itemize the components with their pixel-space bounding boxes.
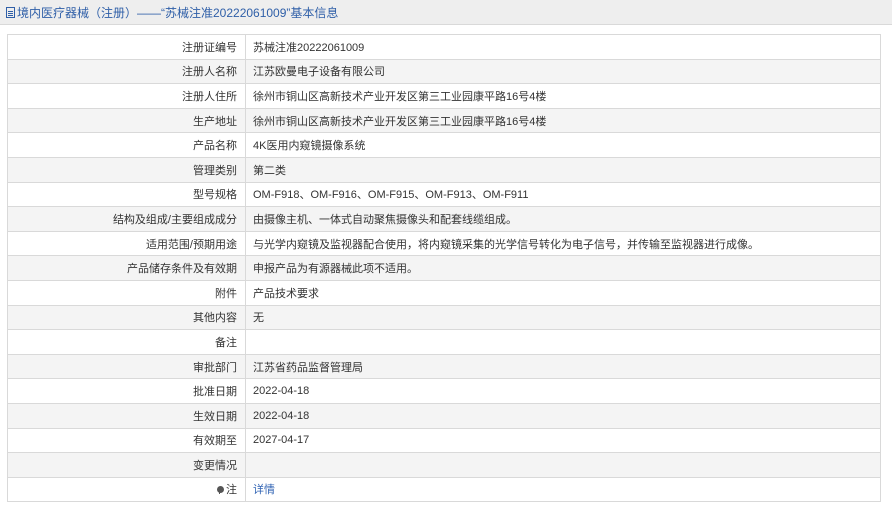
page-header: 境内医疗器械（注册）——“苏械注准20222061009”基本信息 xyxy=(0,0,892,25)
note-label-cell: 注 xyxy=(7,476,246,503)
note-value-cell: 详情 xyxy=(245,476,881,503)
row-value: 第二类 xyxy=(245,156,881,183)
table-row: 变更情况 xyxy=(7,452,881,478)
table-row: 备注 xyxy=(7,329,881,355)
row-label: 产品储存条件及有效期 xyxy=(7,255,246,281)
row-label: 注册证编号 xyxy=(7,34,246,60)
info-table: 注册证编号 苏械注准20222061009 注册人名称 江苏欧曼电子设备有限公司 注… xyxy=(7,34,881,503)
row-label: 其他内容 xyxy=(7,304,246,331)
table-row: 其他内容无 xyxy=(7,304,881,331)
row-value: 苏械注准20222061009 xyxy=(245,34,881,60)
row-value: 申报产品为有源器械此项不适用。 xyxy=(245,255,881,281)
row-label: 有效期至 xyxy=(7,427,246,454)
row-label: 注册人住所 xyxy=(7,83,246,109)
row-label: 型号规格 xyxy=(7,181,246,208)
row-value: OM-F918、OM-F916、OM-F915、OM-F913、OM-F911 xyxy=(245,181,881,208)
row-value: 徐州市铜山区高新技术产业开发区第三工业园康平路16号4楼 xyxy=(245,107,881,134)
row-label: 审批部门 xyxy=(7,353,246,380)
row-value: 徐州市铜山区高新技术产业开发区第三工业园康平路16号4楼 xyxy=(245,83,881,109)
row-label: 生产地址 xyxy=(7,107,246,134)
table-row: 管理类别 第二类 xyxy=(7,156,881,183)
pin-icon xyxy=(217,486,224,495)
row-label: 结构及组成/主要组成成分 xyxy=(7,206,246,232)
details-link[interactable]: 详情 xyxy=(253,484,275,496)
page-title: 境内医疗器械（注册）——“苏械注准20222061009”基本信息 xyxy=(17,5,339,20)
info-table-container: 注册证编号 苏械注准20222061009 注册人名称 江苏欧曼电子设备有限公司 注… xyxy=(7,34,881,503)
row-value: 由摄像主机、一体式自动聚焦摄像头和配套线缆组成。 xyxy=(245,206,881,232)
table-row: 型号规格 OM-F918、OM-F916、OM-F915、OM-F913、OM-F… xyxy=(7,181,881,208)
row-value: 与光学内窥镜及监视器配合使用，将内窥镜采集的光学信号转化为电子信号，并传输至监视… xyxy=(245,230,881,257)
table-row: 注册人名称 江苏欧曼电子设备有限公司 xyxy=(7,58,881,85)
row-value: 无 xyxy=(245,304,881,331)
row-label: 生效日期 xyxy=(7,402,246,429)
table-row: 产品储存条件及有效期 申报产品为有源器械此项不适用。 xyxy=(7,255,881,281)
note-label: 注 xyxy=(226,484,237,497)
document-icon xyxy=(6,6,15,18)
row-label: 备注 xyxy=(7,329,246,355)
table-row: 结构及组成/主要组成成分 由摄像主机、一体式自动聚焦摄像头和配套线缆组成。 xyxy=(7,206,881,232)
row-value: 2022-04-18 xyxy=(245,378,881,404)
row-label: 适用范围/预期用途 xyxy=(7,230,246,257)
row-label: 管理类别 xyxy=(7,156,246,183)
table-row: 批准日期 2022-04-18 xyxy=(7,378,881,404)
row-label: 批准日期 xyxy=(7,378,246,404)
row-label: 产品名称 xyxy=(7,132,246,158)
row-value: 产品技术要求 xyxy=(245,279,881,306)
table-row: 产品名称 4K医用内窥镜摄像系统 xyxy=(7,132,881,158)
table-row: 有效期至 2027-04-17 xyxy=(7,427,881,454)
table-row: 审批部门 江苏省药品监督管理局 xyxy=(7,353,881,380)
table-row: 注册人住所 徐州市铜山区高新技术产业开发区第三工业园康平路16号4楼 xyxy=(7,83,881,109)
table-row: 附件 产品技术要求 xyxy=(7,279,881,306)
row-value: 2022-04-18 xyxy=(245,402,881,429)
row-label: 注册人名称 xyxy=(7,58,246,85)
table-row: 生效日期 2022-04-18 xyxy=(7,402,881,429)
note-row: 注 详情 xyxy=(7,476,881,503)
table-row: 生产地址 徐州市铜山区高新技术产业开发区第三工业园康平路16号4楼 xyxy=(7,107,881,134)
row-value: 4K医用内窥镜摄像系统 xyxy=(245,132,881,158)
row-value xyxy=(245,329,881,355)
table-row: 适用范围/预期用途 与光学内窥镜及监视器配合使用，将内窥镜采集的光学信号转化为电子… xyxy=(7,230,881,257)
row-value xyxy=(245,452,881,478)
row-value: 江苏欧曼电子设备有限公司 xyxy=(245,58,881,85)
row-label: 附件 xyxy=(7,279,246,306)
table-row: 注册证编号 苏械注准20222061009 xyxy=(7,34,881,60)
row-value: 2027-04-17 xyxy=(245,427,881,454)
row-label: 变更情况 xyxy=(7,452,246,478)
row-value: 江苏省药品监督管理局 xyxy=(245,353,881,380)
